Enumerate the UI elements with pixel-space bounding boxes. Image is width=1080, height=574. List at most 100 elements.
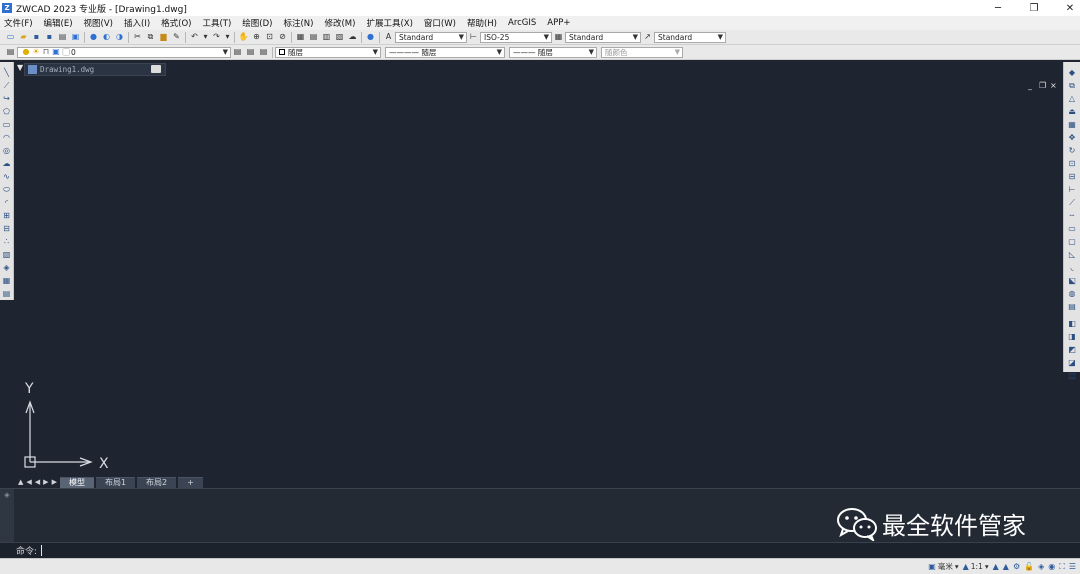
redo-dropdown-icon[interactable]: ▾ (225, 32, 231, 42)
viewport-minimize-button[interactable]: _ (1028, 81, 1032, 90)
make-block-icon[interactable]: ⊟ (2, 224, 11, 233)
draw-order-back-icon[interactable]: ◨ (1068, 332, 1077, 341)
print-icon[interactable]: ▤ (58, 32, 68, 42)
arc-icon[interactable]: ◠ (2, 133, 11, 142)
menu-insert[interactable]: 插入(I) (124, 17, 150, 29)
customize-menu-icon[interactable]: ☰ (1069, 562, 1076, 571)
linetype-select[interactable]: ———— 随层 ▼ (385, 46, 505, 58)
close-button[interactable]: ✕ (1052, 0, 1080, 16)
annotation-scale-value[interactable]: 1:1 (971, 562, 983, 571)
markup-icon[interactable]: ☁ (348, 32, 358, 42)
save-as-icon[interactable]: ▪ (45, 32, 55, 42)
menu-file[interactable]: 文件(F) (4, 17, 33, 29)
lock-icon[interactable]: 🔓 (1024, 562, 1034, 571)
spell-check-icon[interactable]: ◐ (102, 32, 112, 42)
layer-previous-icon[interactable]: ▤ (246, 47, 256, 57)
match-icon[interactable]: ◑ (115, 32, 125, 42)
undo-dropdown-icon[interactable]: ▾ (203, 32, 209, 42)
dim-style-select[interactable]: ISO-25 ▼ (480, 31, 552, 43)
tab-list-arrow-icon[interactable]: ▼ (17, 63, 23, 72)
send-under-icon[interactable]: ◪ (1068, 358, 1077, 367)
menu-edit[interactable]: 编辑(E) (44, 17, 73, 29)
lineweight-select[interactable]: ——— 随层 ▼ (509, 46, 597, 58)
tab-scroll-up-icon[interactable]: ▲ (18, 478, 23, 486)
scale-icon[interactable]: ⊡ (1068, 159, 1077, 168)
copy-object-icon[interactable]: ⧉ (1068, 81, 1077, 90)
ellipse-icon[interactable]: ⬭ (2, 185, 11, 194)
drawing-canvas[interactable] (15, 62, 1063, 476)
tab-last-icon[interactable]: ▶ (52, 478, 57, 486)
circle-icon[interactable]: ◎ (2, 146, 11, 155)
join-icon[interactable]: ▢ (1068, 237, 1077, 246)
insert-block-icon[interactable]: ⊞ (2, 211, 11, 220)
tab-model[interactable]: 模型 (59, 476, 94, 488)
auto-scale-icon[interactable]: ▲ (1003, 562, 1009, 571)
properties-palette-icon[interactable]: ▤ (1068, 302, 1077, 311)
menu-tools[interactable]: 工具(T) (202, 17, 231, 29)
chevron-down-icon[interactable]: ▾ (985, 562, 989, 571)
make-layer-current-icon[interactable]: ▤ (233, 47, 243, 57)
tab-layout2[interactable]: 布局2 (137, 476, 177, 488)
maximize-button[interactable]: ❐ (1016, 0, 1052, 16)
pan-icon[interactable]: ✋ (239, 32, 249, 42)
break-at-point-icon[interactable]: ╌ (1068, 211, 1077, 220)
paste-icon[interactable]: ▆ (159, 32, 169, 42)
match-properties-icon[interactable]: ✎ (172, 32, 182, 42)
command-line[interactable]: 命令: (0, 542, 1080, 558)
move-icon[interactable]: ✥ (1068, 133, 1077, 142)
polyline-icon[interactable]: ↪ (2, 94, 11, 103)
annotation-visibility-icon[interactable]: ▲ (993, 562, 999, 571)
tab-layout1[interactable]: 布局1 (95, 476, 136, 488)
layer-select[interactable]: ● ☀ ⊓ ▣ ■ 0 ▼ (17, 46, 231, 58)
polygon-icon[interactable]: ⬠ (2, 107, 11, 116)
menu-help[interactable]: 帮助(H) (467, 17, 497, 29)
clean-screen-icon[interactable]: ⛶ (1059, 562, 1065, 572)
viewport-restore-button[interactable]: ❐ (1039, 81, 1046, 90)
menu-dimension[interactable]: 标注(N) (283, 17, 313, 29)
new-file-icon[interactable]: ▭ (6, 32, 16, 42)
viewport-close-button[interactable]: × (1050, 81, 1057, 90)
document-tab[interactable]: Drawing1.dwg (24, 63, 166, 76)
cut-icon[interactable]: ✂ (133, 32, 143, 42)
new-tab-icon[interactable] (151, 65, 161, 73)
zoom-realtime-icon[interactable]: ⊕ (252, 32, 262, 42)
color-select[interactable]: 随层 ▼ (275, 46, 381, 58)
save-icon[interactable]: ▪ (32, 32, 42, 42)
zoom-previous-icon[interactable]: ⊘ (278, 32, 288, 42)
trim-icon[interactable]: ⊢ (1068, 185, 1077, 194)
array-icon[interactable]: ▦ (1068, 120, 1077, 129)
properties-icon[interactable]: ▦ (296, 32, 306, 42)
fillet-icon[interactable]: ◟ (1068, 263, 1077, 272)
table-style-select[interactable]: Standard ▼ (565, 31, 641, 43)
offset-icon[interactable]: ⏏ (1068, 107, 1077, 116)
mirror-icon[interactable]: △ (1068, 94, 1077, 103)
open-folder-icon[interactable]: ▰ (19, 32, 29, 42)
zoom-window-icon[interactable]: ⊡ (265, 32, 275, 42)
mleader-style-select[interactable]: Standard ▼ (654, 31, 726, 43)
chamfer-icon[interactable]: ◺ (1068, 250, 1077, 259)
construction-line-icon[interactable]: ⟋ (2, 81, 11, 90)
layer-states-icon[interactable]: ▤ (259, 47, 269, 57)
hatch-icon[interactable]: ▧ (2, 250, 11, 259)
text-to-front-icon[interactable]: ◫ (1068, 371, 1077, 380)
tool-palettes-icon[interactable]: ▥ (322, 32, 332, 42)
break-icon[interactable]: ▭ (1068, 224, 1077, 233)
tab-next-icon[interactable]: ▶ (43, 478, 48, 486)
erase-icon[interactable]: ◆ (1068, 68, 1077, 77)
menu-modify[interactable]: 修改(M) (324, 17, 355, 29)
extend-icon[interactable]: ⟋ (1068, 198, 1077, 207)
explode-icon[interactable]: ◍ (1068, 289, 1077, 298)
units-value[interactable]: 毫米 (938, 561, 953, 572)
design-center-icon[interactable]: ▤ (309, 32, 319, 42)
chevron-down-icon[interactable]: ▾ (955, 562, 959, 571)
layer-manager-icon[interactable]: ▤ (6, 47, 16, 57)
command-input-cursor[interactable] (41, 545, 43, 556)
blend-icon[interactable]: ⬕ (1068, 276, 1077, 285)
point-icon[interactable]: ∴ (2, 237, 11, 246)
help-icon[interactable]: ● (366, 32, 376, 42)
mtext-icon[interactable]: ▤ (2, 289, 11, 298)
publish-icon[interactable]: ● (89, 32, 99, 42)
spline-icon[interactable]: ∿ (2, 172, 11, 181)
redo-icon[interactable]: ↷ (212, 32, 222, 42)
tab-previous-icon[interactable]: ◀ (35, 478, 40, 486)
